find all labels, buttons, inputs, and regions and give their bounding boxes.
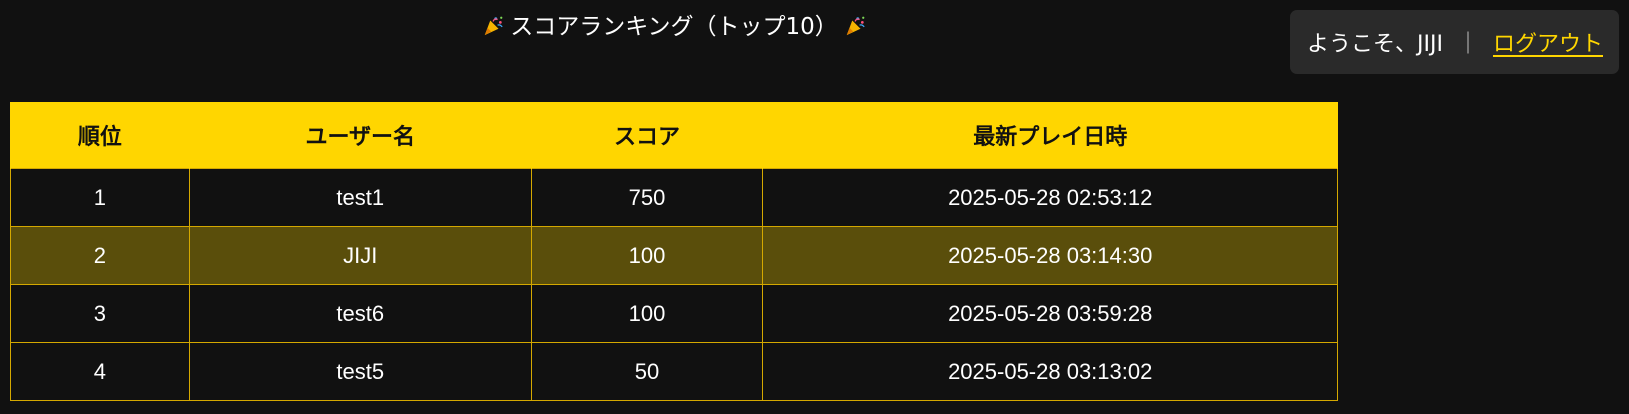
- header-username: ユーザー名: [188, 102, 532, 169]
- party-popper-icon: [484, 16, 503, 36]
- table-header-row: 順位 ユーザー名 スコア 最新プレイ日時: [10, 102, 1338, 169]
- table-row-current-user: 2 JIJI 100 2025-05-28 03:14:30: [10, 226, 1338, 285]
- table-row: 1 test1 750 2025-05-28 02:53:12: [10, 168, 1338, 227]
- table-row: 4 test5 50 2025-05-28 03:13:02: [10, 342, 1338, 401]
- ranking-page: スコアランキング（トップ10） ようこそ、JIJI ｜ ログアウト 順位 ユーザ…: [0, 0, 1629, 414]
- ranking-table: 順位 ユーザー名 スコア 最新プレイ日時 1 test1 750 2025-05…: [10, 102, 1338, 401]
- cell-rank: 4: [10, 342, 190, 401]
- welcome-text: ようこそ、JIJI: [1307, 32, 1443, 57]
- logout-link[interactable]: ログアウト: [1493, 26, 1603, 58]
- cell-score: 750: [530, 168, 764, 227]
- cell-score: 100: [530, 226, 764, 285]
- cell-username: test5: [188, 342, 532, 401]
- page-title-text: スコアランキング（トップ10）: [510, 14, 838, 40]
- header-rank: 順位: [10, 102, 190, 169]
- user-box: ようこそ、JIJI ｜ ログアウト: [1290, 10, 1619, 74]
- table-row: 3 test6 100 2025-05-28 03:59:28: [10, 284, 1338, 343]
- cell-last-played: 2025-05-28 03:59:28: [762, 284, 1338, 343]
- cell-last-played: 2025-05-28 03:14:30: [762, 226, 1338, 285]
- header-last-played: 最新プレイ日時: [762, 102, 1338, 169]
- cell-username: test6: [188, 284, 532, 343]
- cell-rank: 3: [10, 284, 190, 343]
- cell-score: 50: [530, 342, 764, 401]
- cell-username: JIJI: [188, 226, 532, 285]
- cell-last-played: 2025-05-28 03:13:02: [762, 342, 1338, 401]
- page-title: スコアランキング（トップ10）: [10, 11, 1338, 43]
- cell-rank: 1: [10, 168, 190, 227]
- party-popper-icon: [846, 16, 865, 36]
- cell-username: test1: [188, 168, 532, 227]
- cell-last-played: 2025-05-28 02:53:12: [762, 168, 1338, 227]
- header-score: スコア: [530, 102, 764, 169]
- cell-rank: 2: [10, 226, 190, 285]
- user-separator: ｜: [1456, 32, 1479, 57]
- cell-score: 100: [530, 284, 764, 343]
